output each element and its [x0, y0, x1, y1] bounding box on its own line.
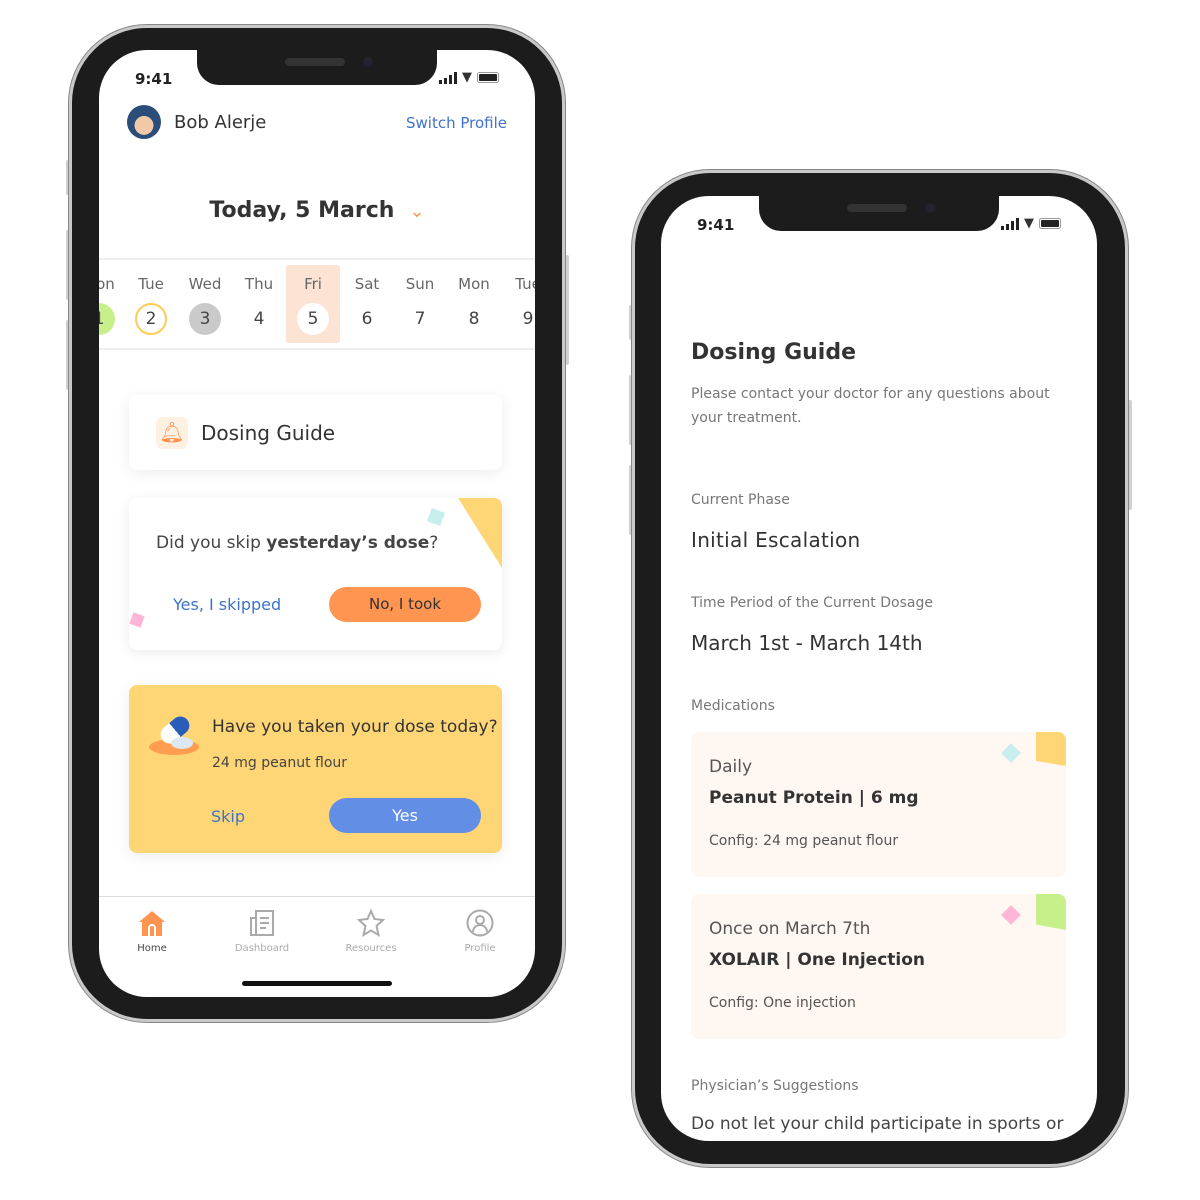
signal-icon: [1001, 217, 1019, 230]
time-period-value: March 1st - March 14th: [691, 631, 923, 655]
skip-button[interactable]: Skip: [211, 807, 245, 826]
home-icon: [139, 911, 165, 936]
week-calendar: Mon1 Tue2 Wed3 Thu4 Fri5 Sat6 Sun7 Mon8 …: [99, 265, 535, 345]
dashboard-icon: [250, 910, 274, 936]
profile-name: Bob Alerje: [174, 112, 267, 133]
dose-question: Have you taken your dose today?: [212, 717, 498, 737]
home-indicator: [242, 981, 392, 986]
status-icons: ▼: [439, 70, 501, 85]
page-subtitle: Please contact your doctor for any quest…: [691, 386, 1050, 426]
status-time: 9:41: [135, 70, 173, 88]
notch: [197, 50, 437, 85]
phone-side-button: [565, 255, 569, 365]
profile-icon: [466, 909, 494, 937]
tab-resources[interactable]: Resources: [326, 908, 416, 954]
day-item[interactable]: Sat 6: [340, 265, 394, 335]
medication-card[interactable]: Daily Peanut Protein | 6 mg Config: 24 m…: [691, 732, 1066, 877]
battery-icon: [477, 72, 499, 83]
wifi-icon: ▼: [1024, 216, 1034, 231]
dose-amount: 24 mg peanut flour: [212, 755, 348, 771]
pill-icon: [149, 712, 199, 757]
tab-dashboard[interactable]: Dashboard: [217, 908, 307, 954]
medication-config: Config: 24 mg peanut flour: [709, 833, 899, 849]
physician-suggestions-text: Do not let your child participate in spo…: [691, 1114, 1064, 1134]
switch-profile-link[interactable]: Switch Profile: [406, 114, 507, 132]
day-item[interactable]: Tue 2: [124, 265, 178, 335]
tab-home[interactable]: Home: [107, 908, 197, 954]
tab-profile[interactable]: Profile: [435, 908, 525, 954]
notch: [759, 196, 999, 231]
dosing-guide-card[interactable]: 🔔︎ Dosing Guide: [129, 395, 502, 470]
skip-question: Did you skip yesterday’s dose?: [156, 533, 439, 553]
bell-icon: 🔔︎: [156, 417, 188, 449]
wifi-icon: ▼: [462, 70, 472, 85]
no-took-button[interactable]: No, I took: [329, 587, 481, 622]
medication-frequency: Daily: [709, 757, 753, 777]
day-item[interactable]: Mon 8: [447, 265, 501, 335]
current-phase-value: Initial Escalation: [691, 528, 861, 552]
day-item[interactable]: Mon1: [99, 265, 126, 335]
signal-icon: [439, 71, 457, 84]
chevron-down-icon: ⌄: [409, 201, 425, 222]
dose-today-card: Have you taken your dose today? 24 mg pe…: [129, 685, 502, 853]
day-item-selected[interactable]: Fri 5: [286, 265, 340, 343]
day-item[interactable]: Sun 7: [393, 265, 447, 335]
left-phone-screen: 9:41 ▼ Bob Alerje Switch Profile Today, …: [99, 50, 535, 997]
physician-suggestions-label: Physician’s Suggestions: [691, 1078, 859, 1094]
star-icon: [356, 908, 386, 938]
yes-button[interactable]: Yes: [329, 798, 481, 833]
medications-label: Medications: [691, 698, 775, 714]
right-phone-screen: 9:41 ▼ Dosing Guide Please contact your …: [661, 196, 1097, 1141]
time-period-label: Time Period of the Current Dosage: [691, 595, 933, 611]
yes-skipped-button[interactable]: Yes, I skipped: [173, 595, 281, 614]
day-item[interactable]: Tue9: [501, 265, 535, 335]
medication-card[interactable]: Once on March 7th XOLAIR | One Injection…: [691, 894, 1066, 1039]
page-title: Dosing Guide: [691, 340, 857, 365]
medication-frequency: Once on March 7th: [709, 919, 871, 939]
status-icons: ▼: [1001, 216, 1063, 231]
date-selector[interactable]: Today, 5 March ⌄: [99, 198, 535, 223]
current-phase-label: Current Phase: [691, 492, 790, 508]
status-time: 9:41: [697, 216, 735, 234]
skip-question-card: Did you skip yesterday’s dose? Yes, I sk…: [129, 498, 502, 650]
avatar[interactable]: [127, 105, 161, 139]
confetti-decoration: [458, 498, 502, 568]
day-item[interactable]: Thu 4: [232, 265, 286, 335]
battery-icon: [1039, 218, 1061, 229]
medication-name: XOLAIR | One Injection: [709, 950, 926, 970]
date-title: Today, 5 March: [209, 198, 395, 223]
medication-config: Config: One injection: [709, 995, 856, 1011]
medication-name: Peanut Protein | 6 mg: [709, 788, 919, 808]
day-item[interactable]: Wed 3: [178, 265, 232, 335]
dosing-guide-label: Dosing Guide: [201, 421, 336, 445]
phone-side-button: [1128, 400, 1132, 510]
